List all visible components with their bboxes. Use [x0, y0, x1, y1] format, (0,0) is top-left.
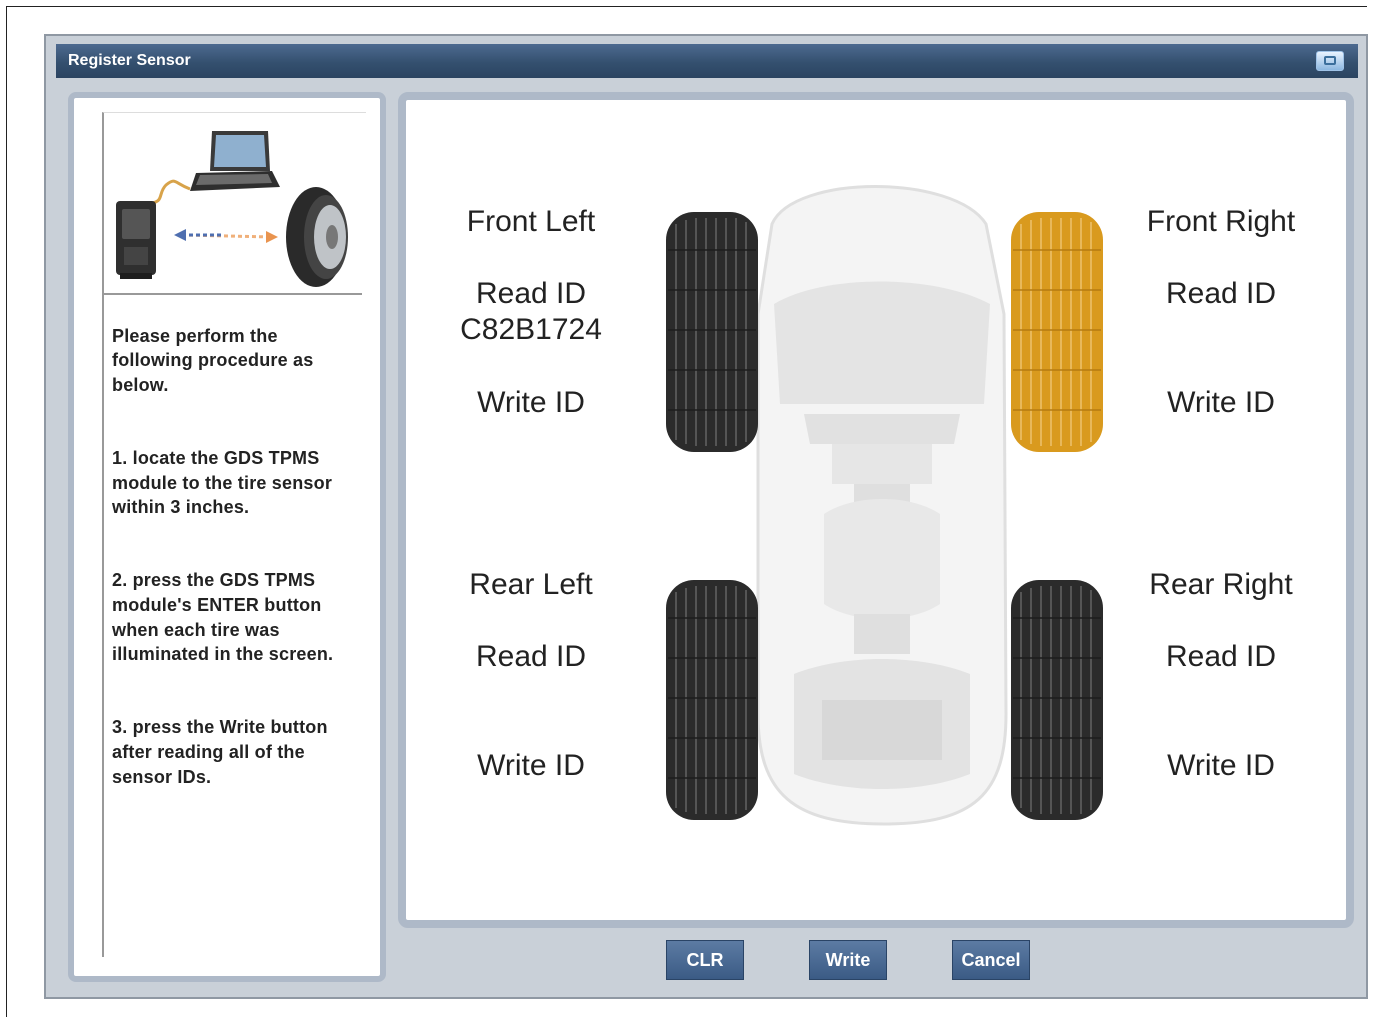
- front-left-read-value: C82B1724: [460, 313, 602, 346]
- rear-right-read-label: Read ID: [1165, 640, 1277, 673]
- cancel-button[interactable]: Cancel: [952, 940, 1030, 980]
- rear-right-tire-icon[interactable]: [1009, 578, 1105, 822]
- instructions-panel: Please perform the following procedure a…: [68, 92, 386, 982]
- instruction-step-3: 3. press the Write button after reading …: [112, 717, 328, 787]
- rear-right-name: Rear Right: [1149, 568, 1293, 601]
- register-sensor-window: Register Sensor Please perform the follo…: [44, 34, 1368, 999]
- clr-button[interactable]: CLR: [666, 940, 744, 980]
- window-camera-icon[interactable]: [1316, 51, 1344, 71]
- rear-left-write-label: Write ID: [477, 749, 585, 782]
- front-right-read-label: Read ID: [1165, 277, 1277, 310]
- instruction-step-1: 1. locate the GDS TPMS module to the tir…: [112, 447, 333, 518]
- tpms-module-illustration: [104, 113, 362, 295]
- front-left-write-label: Write ID: [477, 386, 585, 419]
- rear-left-tire-icon[interactable]: [664, 578, 760, 822]
- rear-left-name: Rear Left: [469, 568, 593, 601]
- front-right-write-label: Write ID: [1167, 386, 1275, 419]
- write-button[interactable]: Write: [809, 940, 887, 980]
- front-left-read-label: Read ID: [475, 277, 587, 310]
- front-left-name: Front Left: [466, 205, 596, 238]
- tire-icon: [286, 187, 348, 287]
- instructions-box: Please perform the following procedure a…: [102, 112, 366, 957]
- instruction-text: Please perform the following procedure a…: [112, 299, 362, 814]
- rear-left-read-label: Read ID: [475, 640, 587, 673]
- rear-right-write-label: Write ID: [1167, 749, 1275, 782]
- laptop-icon: [190, 131, 280, 191]
- car-body-icon: [756, 185, 1008, 826]
- instruction-intro: Please perform the following procedure a…: [112, 325, 314, 395]
- vehicle-panel: Front Left Read ID C82B1724 Write ID Fro…: [398, 92, 1354, 928]
- front-right-name: Front Right: [1146, 205, 1296, 238]
- title-bar: Register Sensor: [56, 44, 1358, 78]
- front-left-tire-icon[interactable]: [664, 210, 760, 454]
- signal-arrows-icon: [174, 229, 278, 243]
- front-right-tire-icon[interactable]: [1009, 210, 1105, 454]
- instruction-step-2: 2. press the GDS TPMS module's ENTER but…: [112, 570, 334, 665]
- tpms-tool-icon: [116, 201, 156, 279]
- window-title: Register Sensor: [68, 52, 191, 69]
